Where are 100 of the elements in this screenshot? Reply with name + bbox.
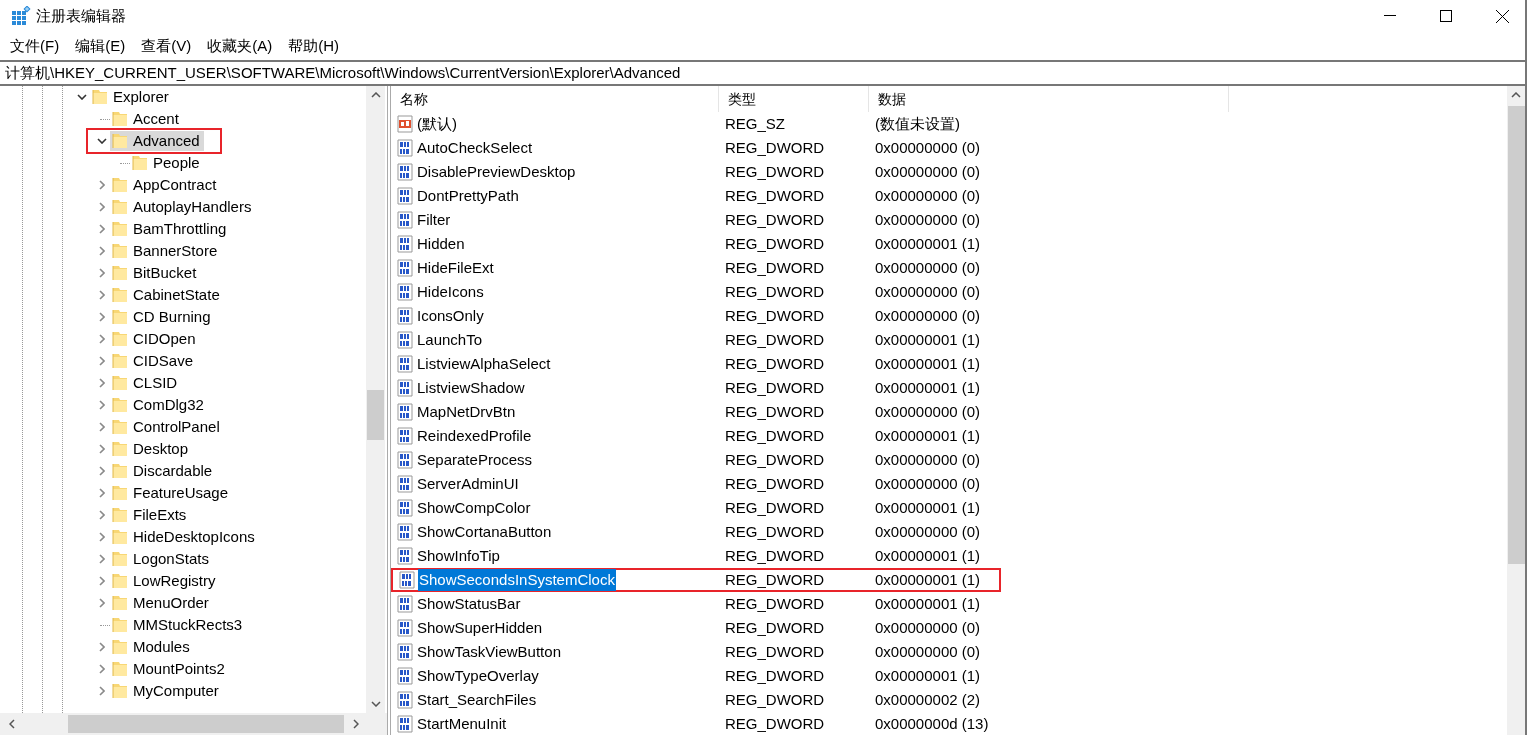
- tree-item[interactable]: MountPoints2: [110, 659, 229, 679]
- value-name[interactable]: ListviewAlphaSelect: [416, 352, 552, 376]
- value-name[interactable]: MapNetDrvBtn: [416, 400, 517, 424]
- expand-chevron-icon[interactable]: [99, 378, 105, 388]
- tree-item[interactable]: Advanced: [110, 131, 204, 151]
- tree-item[interactable]: FeatureUsage: [110, 483, 233, 503]
- expand-chevron-icon[interactable]: [99, 510, 105, 520]
- tree-item[interactable]: FileExts: [110, 505, 191, 525]
- tree-item[interactable]: Modules: [110, 637, 194, 657]
- value-name[interactable]: DontPrettyPath: [416, 184, 520, 208]
- collapse-chevron-icon[interactable]: [77, 94, 87, 100]
- expand-chevron-icon[interactable]: [99, 246, 105, 256]
- column-header[interactable]: 类型: [719, 86, 869, 112]
- expand-chevron-icon[interactable]: [99, 290, 105, 300]
- value-name[interactable]: LaunchTo: [416, 328, 484, 352]
- expand-chevron-icon[interactable]: [99, 180, 105, 190]
- expand-chevron-icon[interactable]: [99, 598, 105, 608]
- horizontal-scrollbar[interactable]: [0, 713, 366, 735]
- scroll-up-icon[interactable]: [1511, 92, 1521, 98]
- address-bar[interactable]: 计算机\HKEY_CURRENT_USER\SOFTWARE\Microsoft\Windows\CurrentVersion\Explorer\Advanced: [0, 60, 1525, 86]
- value-name[interactable]: HideIcons: [416, 280, 485, 304]
- value-name[interactable]: ShowTaskViewButton: [416, 640, 562, 664]
- collapse-chevron-icon[interactable]: [97, 138, 107, 144]
- tree-item[interactable]: CIDOpen: [110, 329, 200, 349]
- tree-item[interactable]: CLSID: [110, 373, 182, 393]
- expand-chevron-icon[interactable]: [99, 202, 105, 212]
- value-name[interactable]: Hidden: [416, 232, 466, 256]
- value-name[interactable]: ReindexedProfile: [416, 424, 533, 448]
- scroll-thumb[interactable]: [68, 715, 344, 733]
- scroll-right-icon[interactable]: [353, 719, 359, 729]
- value-name[interactable]: AutoCheckSelect: [416, 136, 534, 160]
- expand-chevron-icon[interactable]: [99, 642, 105, 652]
- tree-item[interactable]: Desktop: [110, 439, 193, 459]
- tree-item[interactable]: CIDSave: [110, 351, 198, 371]
- expand-chevron-icon[interactable]: [99, 686, 105, 696]
- expand-chevron-icon[interactable]: [99, 466, 105, 476]
- tree-item[interactable]: ComDlg32: [110, 395, 208, 415]
- tree-item[interactable]: CD Burning: [110, 307, 215, 327]
- scroll-up-icon[interactable]: [370, 92, 381, 98]
- value-name[interactable]: ServerAdminUI: [416, 472, 520, 496]
- tree-item[interactable]: LowRegistry: [110, 571, 220, 591]
- value-name[interactable]: Start_SearchFiles: [416, 688, 538, 712]
- value-name[interactable]: ShowSecondsInSystemClock: [418, 568, 616, 592]
- expand-chevron-icon[interactable]: [99, 664, 105, 674]
- value-name[interactable]: StartMenuInit: [416, 712, 508, 735]
- value-name[interactable]: ShowCompColor: [416, 496, 532, 520]
- expand-chevron-icon[interactable]: [99, 422, 105, 432]
- expand-chevron-icon[interactable]: [99, 224, 105, 234]
- value-name[interactable]: ListviewShadow: [416, 376, 526, 400]
- value-name[interactable]: (默认): [416, 112, 458, 136]
- expand-chevron-icon[interactable]: [99, 356, 105, 366]
- expand-chevron-icon[interactable]: [99, 576, 105, 586]
- scroll-down-icon[interactable]: [370, 701, 381, 707]
- tree-item[interactable]: BitBucket: [110, 263, 201, 283]
- column-header[interactable]: 名称: [391, 86, 719, 112]
- vertical-scrollbar[interactable]: [1507, 86, 1525, 735]
- tree-item[interactable]: MenuOrder: [110, 593, 213, 613]
- tree-item[interactable]: Discardable: [110, 461, 217, 481]
- value-name[interactable]: SeparateProcess: [416, 448, 534, 472]
- value-name[interactable]: IconsOnly: [416, 304, 485, 328]
- tree-item[interactable]: AutoplayHandlers: [110, 197, 256, 217]
- value-name[interactable]: DisablePreviewDesktop: [416, 160, 577, 184]
- scroll-thumb[interactable]: [367, 390, 384, 440]
- menu-item[interactable]: 文件(F): [2, 34, 68, 58]
- tree-item[interactable]: BamThrottling: [110, 219, 231, 239]
- vertical-scrollbar[interactable]: [366, 86, 385, 713]
- tree-item[interactable]: HideDesktopIcons: [110, 527, 259, 547]
- value-name[interactable]: ShowInfoTip: [416, 544, 501, 568]
- menu-item[interactable]: 查看(V): [133, 34, 200, 58]
- tree-item[interactable]: People: [130, 153, 204, 173]
- expand-chevron-icon[interactable]: [99, 554, 105, 564]
- menu-item[interactable]: 编辑(E): [67, 34, 134, 58]
- tree-item[interactable]: Accent: [110, 109, 183, 129]
- tree-item[interactable]: LogonStats: [110, 549, 213, 569]
- value-name[interactable]: ShowSuperHidden: [416, 616, 544, 640]
- expand-chevron-icon[interactable]: [99, 400, 105, 410]
- menu-item[interactable]: 帮助(H): [280, 34, 347, 58]
- tree-item[interactable]: ControlPanel: [110, 417, 224, 437]
- value-name[interactable]: Filter: [416, 208, 452, 232]
- menu-item[interactable]: 收藏夹(A): [199, 34, 281, 58]
- expand-chevron-icon[interactable]: [99, 532, 105, 542]
- value-name[interactable]: HideFileExt: [416, 256, 495, 280]
- expand-chevron-icon[interactable]: [99, 312, 105, 322]
- column-header[interactable]: 数据: [869, 86, 1229, 112]
- tree-item[interactable]: Explorer: [90, 87, 173, 107]
- scroll-thumb[interactable]: [1507, 106, 1525, 564]
- scroll-left-icon[interactable]: [9, 719, 15, 729]
- tree-item[interactable]: BannerStore: [110, 241, 222, 261]
- tree-item[interactable]: AppContract: [110, 175, 221, 195]
- tree-item[interactable]: MyComputer: [110, 681, 223, 701]
- expand-chevron-icon[interactable]: [99, 268, 105, 278]
- tree-item[interactable]: CabinetState: [110, 285, 224, 305]
- value-name[interactable]: ShowTypeOverlay: [416, 664, 540, 688]
- value-name[interactable]: ShowCortanaButton: [416, 520, 553, 544]
- expand-chevron-icon[interactable]: [99, 334, 105, 344]
- tree-item[interactable]: MMStuckRects3: [110, 615, 247, 635]
- expand-chevron-icon[interactable]: [99, 488, 105, 498]
- value-name[interactable]: ShowStatusBar: [416, 592, 522, 616]
- expand-chevron-icon[interactable]: [99, 444, 105, 454]
- minimize-icon: [1384, 15, 1396, 17]
